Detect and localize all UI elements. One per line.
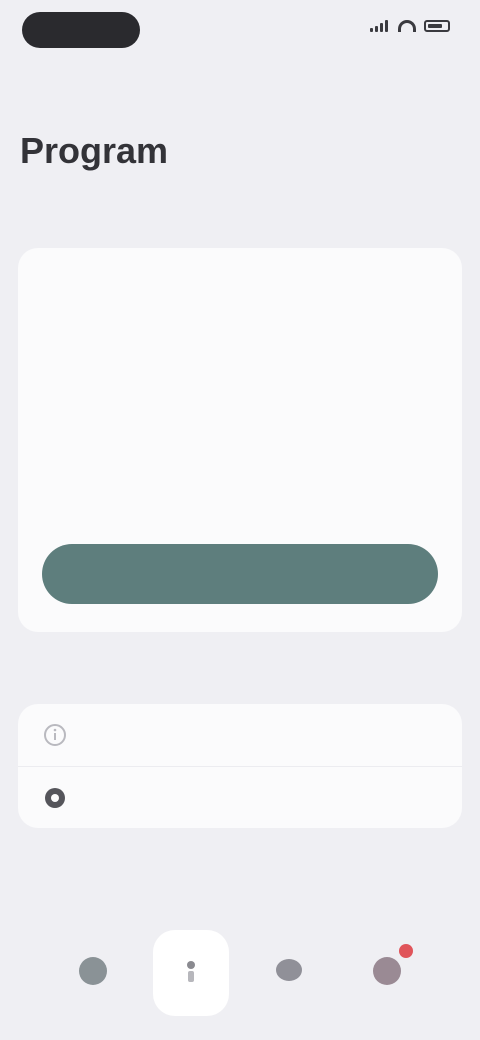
primary-action-button[interactable]: [42, 544, 438, 604]
profile-icon: [370, 954, 404, 988]
page-title: Program: [20, 130, 169, 171]
settings-item-1[interactable]: [18, 704, 462, 766]
home-icon: [76, 954, 110, 988]
settings-item-2[interactable]: [18, 766, 462, 829]
battery-icon: [424, 20, 450, 32]
signal-icon: [370, 20, 390, 32]
chat-icon: [272, 954, 306, 988]
person-icon: [174, 954, 208, 988]
help-icon: [42, 785, 68, 811]
status-icons: [370, 20, 450, 32]
wifi-icon: [398, 20, 416, 32]
tab-person[interactable]: [153, 930, 229, 1016]
tab-chat[interactable]: [251, 930, 327, 1016]
status-bar: [0, 0, 480, 60]
status-time: [22, 12, 140, 48]
notification-badge: [399, 944, 413, 958]
tab-profile[interactable]: [349, 930, 425, 1016]
tab-home[interactable]: [55, 930, 131, 1016]
settings-list: [18, 704, 462, 828]
program-card: [18, 248, 462, 632]
info-icon: [42, 722, 68, 748]
tab-bar: [0, 930, 480, 1040]
